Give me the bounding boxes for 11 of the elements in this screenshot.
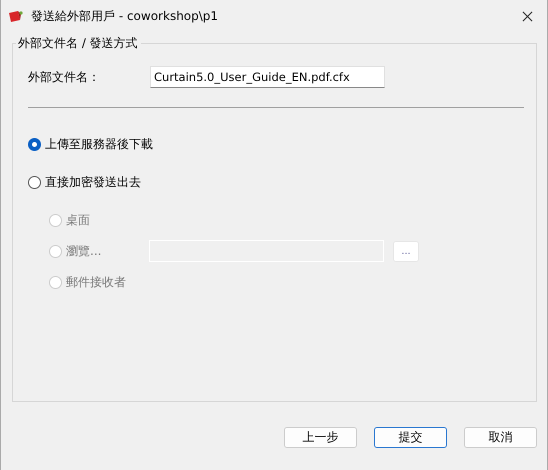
radio-option[interactable]: 上傳至服務器後下載: [28, 136, 153, 152]
radio-option[interactable]: 直接加密發送出去: [28, 174, 149, 190]
field-label: 外部文件名：: [28, 68, 101, 86]
filename-field[interactable]: Curtain5.0_User_Guide_EN.pdf.cfx: [150, 66, 385, 88]
window-title: 發送給外部用戶 - coworkshop\p1: [31, 8, 220, 24]
dialog-button[interactable]: 提交: [374, 427, 447, 448]
group-legend: 外部文件名 / 發送方式: [16, 35, 141, 52]
dialog-button[interactable]: 取消: [464, 427, 537, 448]
app-icon: [7, 8, 23, 24]
dialog-button[interactable]: 上一步: [284, 427, 357, 448]
close-icon[interactable]: [522, 10, 533, 22]
